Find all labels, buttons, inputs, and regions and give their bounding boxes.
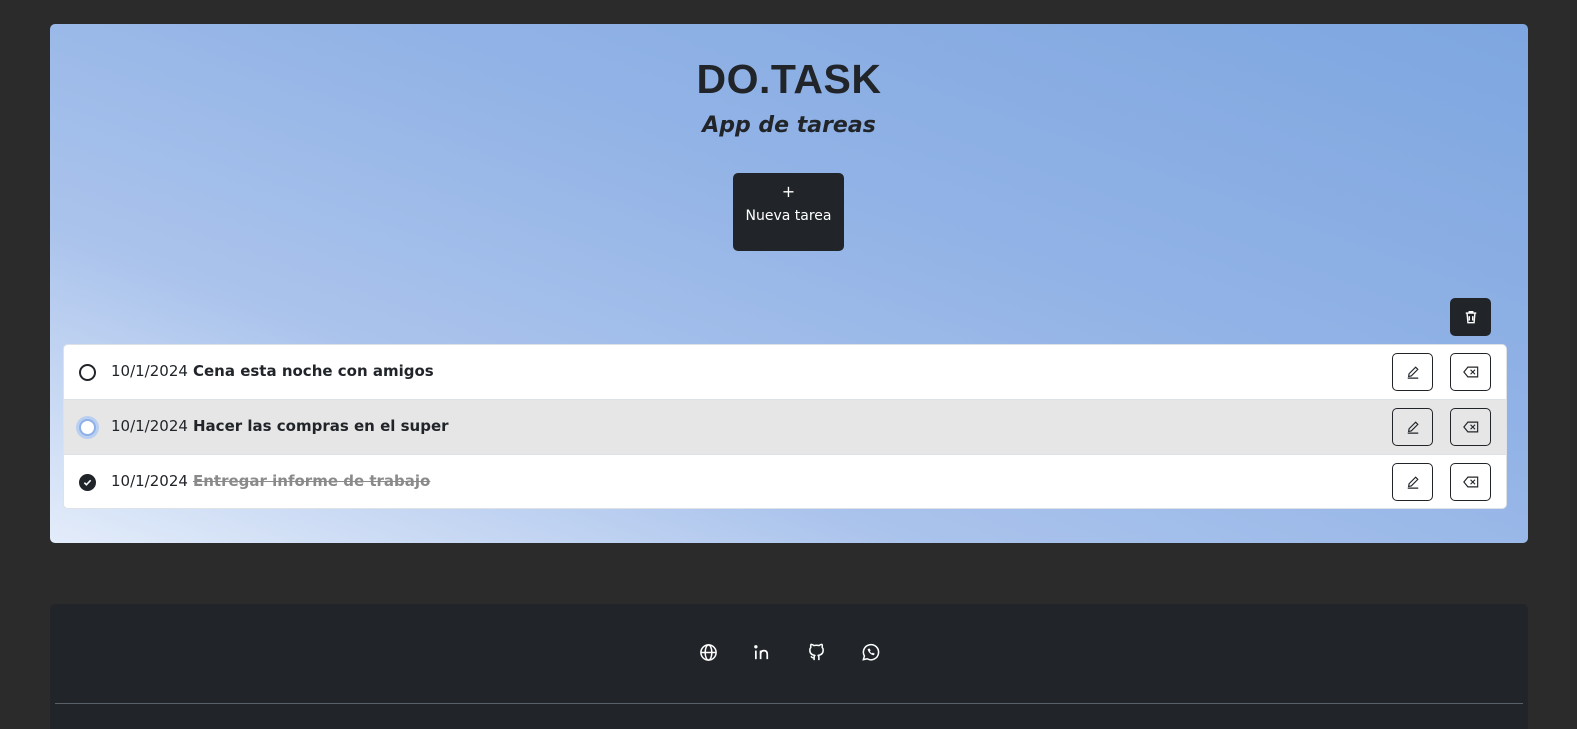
delete-task-button[interactable]: [1450, 408, 1491, 446]
edit-task-button[interactable]: [1392, 408, 1433, 446]
task-row: 10/1/2024 Cena esta noche con amigos: [64, 345, 1506, 400]
pencil-icon: [1407, 421, 1419, 434]
edit-task-button[interactable]: [1392, 353, 1433, 391]
footer-divider: [55, 703, 1523, 704]
task-text: Cena esta noche con amigos: [193, 362, 434, 380]
task-list: 10/1/2024 Cena esta noche con amigos 10/…: [63, 344, 1507, 509]
whatsapp-icon[interactable]: [860, 642, 880, 662]
task-checkbox[interactable]: [79, 364, 96, 381]
backspace-icon: [1462, 421, 1478, 433]
task-checkbox[interactable]: [79, 419, 96, 436]
task-text: Entregar informe de trabajo: [193, 472, 431, 490]
plus-icon: +: [781, 182, 796, 201]
delete-task-button[interactable]: [1450, 353, 1491, 391]
task-date: 10/1/2024: [111, 472, 188, 490]
clear-tasks-button[interactable]: [1450, 298, 1491, 336]
trash-icon: [1465, 311, 1476, 324]
linkedin-icon[interactable]: [752, 642, 772, 662]
task-date: 10/1/2024: [111, 417, 188, 435]
task-text: Hacer las compras en el super: [193, 417, 449, 435]
new-task-button[interactable]: + Nueva tarea: [733, 173, 844, 251]
task-checkbox[interactable]: [79, 474, 96, 491]
pencil-icon: [1407, 476, 1419, 489]
page-title: DO.TASK: [696, 56, 882, 102]
task-date: 10/1/2024: [111, 362, 188, 380]
check-icon: [83, 479, 92, 486]
social-links: [50, 642, 1528, 662]
task-row: 10/1/2024 Hacer las compras en el super: [64, 400, 1506, 455]
pencil-icon: [1407, 366, 1419, 379]
github-icon[interactable]: [806, 642, 826, 662]
backspace-icon: [1462, 366, 1478, 378]
footer: [50, 604, 1528, 729]
app-container: DO.TASK App de tareas + Nueva tarea 10/1…: [50, 24, 1528, 543]
backspace-icon: [1462, 476, 1478, 488]
task-row: 10/1/2024 Entregar informe de trabajo: [64, 455, 1506, 508]
edit-task-button[interactable]: [1392, 463, 1433, 501]
new-task-label: Nueva tarea: [745, 208, 832, 224]
delete-task-button[interactable]: [1450, 463, 1491, 501]
page-subtitle: App de tareas: [702, 113, 876, 138]
globe-icon[interactable]: [698, 642, 718, 662]
